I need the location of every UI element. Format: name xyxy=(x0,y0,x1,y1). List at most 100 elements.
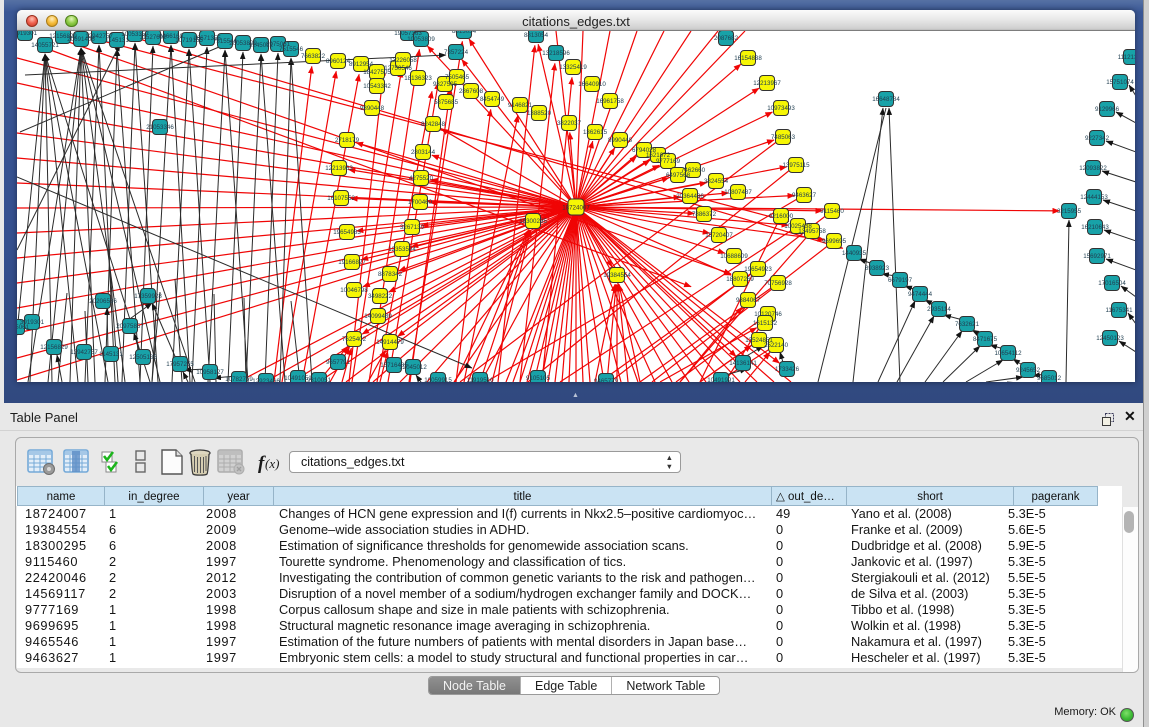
svg-text:8990448: 8990448 xyxy=(608,137,633,144)
svg-text:2087682: 2087682 xyxy=(714,35,739,42)
svg-text:12450123: 12450123 xyxy=(1096,335,1124,342)
svg-text:12045012: 12045012 xyxy=(399,364,427,371)
svg-text:1733426: 1733426 xyxy=(775,366,800,373)
svg-text:9384067: 9384067 xyxy=(736,297,761,304)
svg-text:8471675: 8471675 xyxy=(973,336,998,343)
svg-text:12213967: 12213967 xyxy=(753,80,781,87)
svg-text:3919301: 3919301 xyxy=(17,31,38,37)
svg-text:13325419: 13325419 xyxy=(559,64,587,71)
svg-text:9105105: 9105105 xyxy=(526,375,551,382)
svg-text:12505135: 12505135 xyxy=(129,354,157,361)
svg-text:9474444: 9474444 xyxy=(908,291,933,298)
svg-text:4275520: 4275520 xyxy=(409,175,434,182)
svg-text:1615132: 1615132 xyxy=(753,320,778,327)
svg-text:1362615: 1362615 xyxy=(583,129,608,136)
svg-text:16640910: 16640910 xyxy=(578,81,606,88)
svg-text:2935114: 2935114 xyxy=(927,306,951,313)
svg-text:11121314: 11121314 xyxy=(1118,54,1135,61)
svg-text:9129966: 9129966 xyxy=(1095,106,1120,113)
svg-text:7515546: 7515546 xyxy=(279,46,304,53)
svg-text:9227342: 9227342 xyxy=(1085,135,1110,142)
svg-text:3267130: 3267130 xyxy=(400,224,425,231)
svg-text:16154838: 16154838 xyxy=(734,55,762,62)
svg-text:10654112: 10654112 xyxy=(994,350,1022,357)
svg-text:17957255: 17957255 xyxy=(166,361,194,368)
svg-text:3215955: 3215955 xyxy=(1057,208,1082,215)
svg-text:12444153: 12444153 xyxy=(1080,194,1108,201)
svg-text:14914479: 14914479 xyxy=(376,339,404,346)
svg-text:9890448: 9890448 xyxy=(360,105,385,112)
svg-text:12156829: 12156829 xyxy=(40,344,68,351)
svg-text:16210643: 16210643 xyxy=(1081,224,1109,231)
svg-text:17016504: 17016504 xyxy=(1098,280,1126,287)
svg-text:2867608: 2867608 xyxy=(459,88,484,95)
svg-text:70756928: 70756928 xyxy=(764,280,792,287)
svg-text:14099489: 14099489 xyxy=(364,313,392,320)
svg-text:(x): (x) xyxy=(265,456,279,471)
svg-text:19654923: 19654923 xyxy=(744,266,772,273)
svg-text:1388520: 1388520 xyxy=(527,110,552,117)
svg-text:7625402: 7625402 xyxy=(342,336,367,343)
svg-text:1145131: 1145131 xyxy=(105,37,129,44)
svg-text:1700460: 1700460 xyxy=(408,199,433,206)
svg-text:3824554: 3824554 xyxy=(704,178,729,185)
svg-text:8242848: 8242848 xyxy=(421,121,446,128)
svg-text:7663822: 7663822 xyxy=(301,53,326,60)
svg-text:10053809: 10053809 xyxy=(407,36,435,43)
svg-text:1440935: 1440935 xyxy=(842,250,867,257)
svg-text:7462660: 7462660 xyxy=(681,167,706,174)
svg-text:5875685: 5875685 xyxy=(434,99,459,106)
svg-text:16648784: 16648784 xyxy=(872,96,900,103)
svg-text:3919301: 3919301 xyxy=(20,319,45,326)
svg-text:12213963: 12213963 xyxy=(325,165,353,172)
svg-text:9463627: 9463627 xyxy=(792,192,817,199)
svg-text:15720407: 15720407 xyxy=(705,232,733,239)
svg-text:12353594: 12353594 xyxy=(388,246,416,253)
svg-text:3498222: 3498222 xyxy=(368,293,393,300)
svg-text:10782759: 10782759 xyxy=(225,376,253,382)
svg-text:6679197: 6679197 xyxy=(888,277,913,284)
svg-text:10120746: 10120746 xyxy=(754,311,782,318)
svg-text:8454749: 8454749 xyxy=(480,96,505,103)
svg-text:7886372: 7886372 xyxy=(692,211,717,218)
svg-text:18807269: 18807269 xyxy=(726,276,754,283)
svg-text:21053346: 21053346 xyxy=(146,124,174,131)
svg-text:20364436: 20364436 xyxy=(676,193,704,200)
svg-text:8912954: 8912954 xyxy=(349,61,374,68)
svg-text:16961758: 16961758 xyxy=(596,98,624,105)
svg-text:8938923: 8938923 xyxy=(865,265,890,272)
svg-text:15692971: 15692971 xyxy=(1083,253,1111,260)
svg-text:12942757: 12942757 xyxy=(70,349,98,356)
svg-text:12093822: 12093822 xyxy=(1079,165,1107,172)
svg-text:13226058: 13226058 xyxy=(389,57,417,64)
svg-text:15751074: 15751074 xyxy=(1106,79,1134,86)
svg-text:7632621: 7632621 xyxy=(955,321,980,328)
svg-text:10543342: 10543342 xyxy=(363,83,391,90)
svg-text:10059915: 10059915 xyxy=(424,377,452,382)
svg-text:11675341: 11675341 xyxy=(1105,307,1133,314)
svg-text:12750546: 12750546 xyxy=(384,65,412,72)
svg-text:9146821: 9146821 xyxy=(508,102,533,109)
svg-text:12923466: 12923466 xyxy=(252,378,280,382)
svg-text:10958127: 10958127 xyxy=(196,369,224,376)
svg-text:9465779: 9465779 xyxy=(594,378,619,382)
svg-text:1145131: 1145131 xyxy=(99,351,123,358)
svg-text:13218596: 13218596 xyxy=(542,50,570,57)
svg-text:8878342: 8878342 xyxy=(378,271,403,278)
svg-text:17359928: 17359928 xyxy=(134,293,162,300)
svg-text:6216000: 6216000 xyxy=(769,213,794,220)
svg-text:7357224: 7357224 xyxy=(444,49,469,56)
svg-text:9115460: 9115460 xyxy=(820,208,844,215)
svg-text:8960124: 8960124 xyxy=(326,58,351,65)
svg-text:18136323: 18136323 xyxy=(404,75,432,82)
svg-text:2803144: 2803144 xyxy=(411,149,436,156)
svg-text:2522140: 2522140 xyxy=(764,342,789,349)
svg-text:13975115: 13975115 xyxy=(782,162,810,169)
svg-text:8813054: 8813054 xyxy=(452,31,477,35)
svg-text:19166827: 19166827 xyxy=(338,259,366,266)
svg-text:9327505: 9327505 xyxy=(433,81,458,88)
svg-text:9699695: 9699695 xyxy=(822,238,847,245)
svg-text:11919510: 11919510 xyxy=(466,377,494,382)
svg-text:2718179: 2718179 xyxy=(335,137,360,144)
svg-text:9777169: 9777169 xyxy=(656,158,681,165)
